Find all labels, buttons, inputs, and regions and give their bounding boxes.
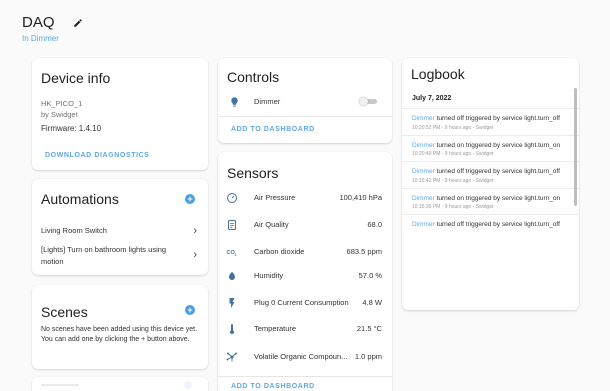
sensor-value: 21.5 °C [356, 324, 382, 333]
automations-card: Automations + Living Room Switch › [Ligh… [32, 179, 208, 275]
co2-icon: CO 2 [226, 246, 238, 258]
sensor-row-air-quality[interactable]: Air Quality 68.0 [218, 218, 392, 232]
log-entity-link[interactable]: Dimmer [412, 221, 435, 228]
toggle-thumb [359, 97, 368, 106]
add-to-dashboard-button[interactable]: ADD TO DASHBOARD [231, 383, 315, 390]
flash-icon [226, 297, 238, 309]
device-model: HK_PICO_1 [41, 99, 83, 108]
scenes-title: Scenes [41, 304, 88, 320]
dimmer-toggle[interactable] [359, 97, 378, 106]
scenes-card: Scenes + No scenes have been added using… [32, 285, 208, 369]
sensor-row-voc[interactable]: Volatile Organic Compoun... 1.0 ppm [218, 350, 392, 364]
log-entry: Dimmer turned on triggered by service li… [402, 187, 579, 215]
chevron-right-icon: › [193, 225, 197, 237]
automation-label: Living Room Switch [41, 226, 107, 235]
card-title-placeholder [41, 384, 79, 386]
sensor-value: 68.0 [367, 220, 382, 229]
device-manufacturer: by Swidget [41, 110, 78, 119]
area-link[interactable]: In Dimmer [22, 34, 83, 43]
automation-label: [Lights] Turn on bathroom lights using m… [41, 245, 167, 266]
device-info-title: Device info [41, 70, 111, 86]
sensor-name: Air Quality [254, 220, 289, 229]
log-time: 10:15:42 PM - 9 hours ago - Swidget [412, 177, 494, 184]
add-script-button[interactable] [184, 381, 192, 389]
automations-title: Automations [41, 191, 119, 207]
divider [218, 116, 392, 117]
add-scene-button[interactable]: + [185, 305, 195, 315]
log-message: turned off triggered by service light.tu… [436, 221, 560, 228]
device-firmware: Firmware: 1.4.10 [41, 124, 102, 133]
automation-item[interactable]: [Lights] Turn on bathroom lights using m… [41, 244, 199, 268]
logbook-title: Logbook [411, 66, 465, 82]
log-time: 10:20:52 PM - 9 hours ago - Swidget [412, 124, 494, 131]
log-entry: Dimmer turned off triggered by service l… [402, 161, 579, 188]
plus-icon: + [187, 305, 193, 315]
water-drop-icon [226, 270, 238, 282]
sensor-name: Plug 0 Current Consumption [254, 298, 349, 307]
log-time: 10:15:39 PM - 9 hours ago - Swidget [412, 204, 494, 210]
gauge-icon [226, 192, 238, 204]
svg-text:2: 2 [235, 253, 237, 257]
dimmer-label[interactable]: Dimmer [254, 97, 280, 106]
log-entity-link[interactable]: Dimmer [412, 142, 435, 149]
sensor-name: Carbon dioxide [254, 247, 305, 256]
plus-icon: + [187, 194, 193, 204]
sensor-row-humidity[interactable]: Humidity 57.0 % [218, 269, 392, 283]
log-entry: Dimmer turned off triggered by service l… [402, 108, 579, 135]
device-info-card: Device info HK_PICO_1 by Swidget Firmwar… [32, 58, 208, 170]
logbook-date: July 7, 2022 [412, 95, 452, 102]
sensors-card: Sensors Air Pressure 100,410 hPa Air Qua… [218, 152, 392, 391]
sensor-name: Air Pressure [254, 193, 296, 202]
sensor-row-carbon-dioxide[interactable]: CO 2 Carbon dioxide 683.5 ppm [218, 245, 392, 259]
chevron-right-icon: › [193, 249, 197, 261]
add-automation-button[interactable]: + [185, 194, 195, 204]
pencil-icon[interactable] [73, 15, 83, 33]
log-entry: Dimmer turned off triggered by service l… [402, 214, 579, 235]
scripts-card [32, 377, 208, 391]
molecule-icon [226, 351, 238, 363]
download-diagnostics-button[interactable]: DOWNLOAD DIAGNOSTICS [45, 152, 150, 159]
log-message: turned on triggered by service light.tur… [436, 141, 561, 149]
logbook-card: Logbook July 7, 2022 Dimmer turned off t… [402, 58, 579, 310]
thermometer-icon [226, 323, 238, 335]
scrollbar-thumb[interactable] [574, 88, 577, 206]
page-title: DAQ [22, 14, 55, 31]
sensor-value: 100,410 hPa [339, 193, 382, 202]
controls-card: Controls Dimmer ADD TO DASHBOARD [218, 58, 392, 143]
log-time: 10:20:49 PM - 9 hours ago - Swidget [412, 151, 494, 157]
log-entity-link[interactable]: Dimmer [412, 195, 435, 202]
automation-item[interactable]: Living Room Switch › [41, 225, 199, 237]
sensor-value: 57.0 % [358, 271, 382, 280]
divider [218, 376, 392, 377]
sensor-row-plug-consumption[interactable]: Plug 0 Current Consumption 4.8 W [218, 296, 392, 310]
scenes-empty-text: No scenes have been added using this dev… [41, 326, 198, 343]
lightbulb-icon [229, 95, 240, 113]
log-entity-link[interactable]: Dimmer [412, 168, 435, 175]
sensor-value: 4.8 W [362, 298, 382, 307]
sensor-name: Temperature [254, 324, 297, 333]
sensor-row-air-pressure[interactable]: Air Pressure 100,410 hPa [218, 191, 392, 205]
sensor-name: Volatile Organic Compoun... [254, 352, 348, 361]
sensor-value: 1.0 ppm [354, 352, 382, 361]
air-quality-icon [226, 219, 238, 231]
sensor-value: 683.5 ppm [346, 247, 382, 256]
page-header: DAQ In Dimmer [22, 14, 83, 43]
log-message: turned on triggered by service light.tur… [436, 194, 561, 202]
sensor-row-temperature[interactable]: Temperature 21.5 °C [218, 322, 392, 336]
log-entity-link[interactable]: Dimmer [412, 115, 435, 122]
log-entry: Dimmer turned on triggered by service li… [402, 134, 579, 162]
log-message: turned off triggered by service light.tu… [436, 115, 560, 122]
log-message: turned off triggered by service light.tu… [436, 168, 560, 175]
add-to-dashboard-button[interactable]: ADD TO DASHBOARD [231, 126, 315, 133]
sensors-title: Sensors [227, 165, 279, 181]
sensor-name: Humidity [254, 271, 284, 280]
logbook-list[interactable]: Dimmer turned off triggered by service l… [402, 108, 579, 310]
controls-title: Controls [227, 69, 280, 85]
